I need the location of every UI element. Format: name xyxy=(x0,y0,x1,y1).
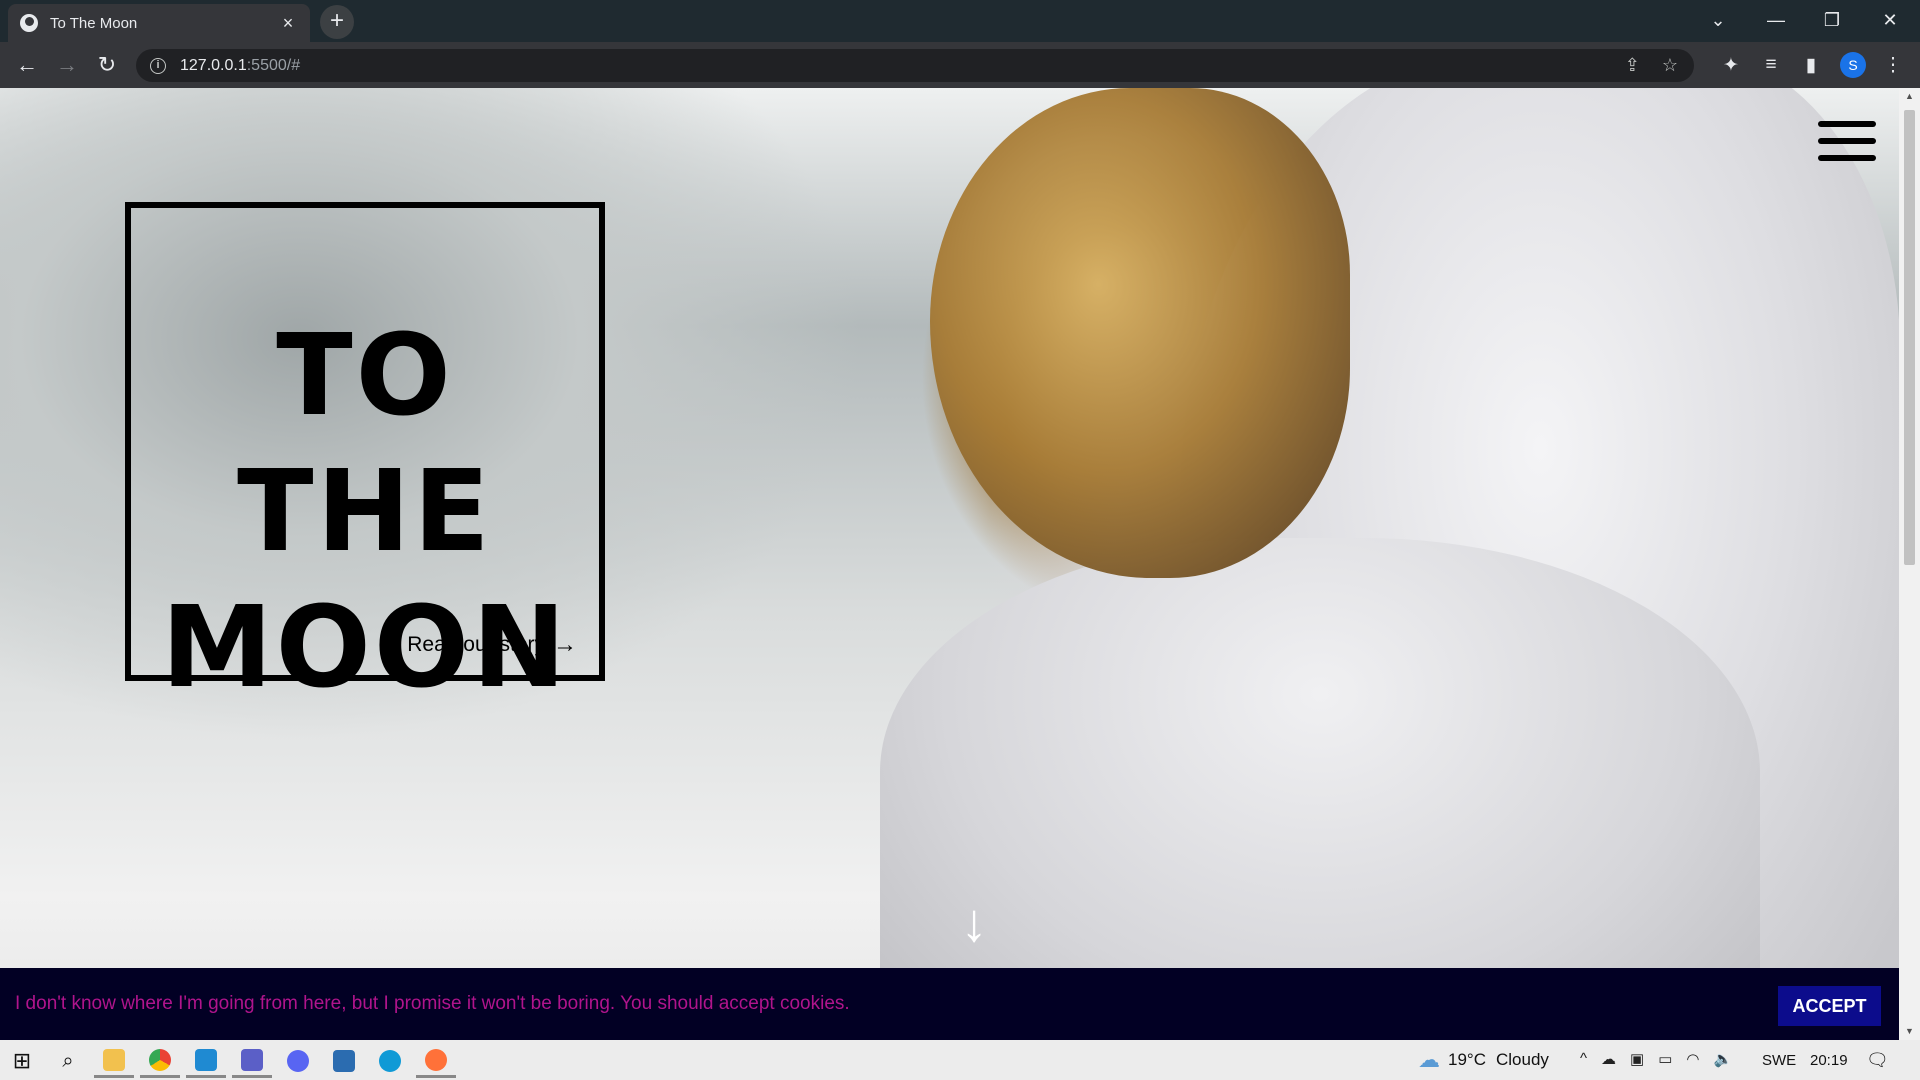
bookmark-star-icon[interactable]: ☆ xyxy=(1662,55,1678,76)
weather-text: Cloudy xyxy=(1495,1050,1549,1069)
teams-icon[interactable] xyxy=(232,1044,272,1078)
site-info-icon[interactable]: i xyxy=(150,57,166,74)
back-icon[interactable]: ← xyxy=(12,50,42,80)
volume-icon[interactable]: 🔈 xyxy=(1714,1050,1733,1068)
forward-icon[interactable]: → xyxy=(52,50,82,80)
read-story-label: Read our story xyxy=(407,633,545,656)
accept-cookies-button[interactable]: ACCEPT xyxy=(1778,986,1881,1026)
scroll-down-arrow-icon[interactable]: ↓ xyxy=(954,896,994,950)
new-tab-button[interactable]: + xyxy=(320,5,354,39)
chrome-icon[interactable] xyxy=(140,1044,180,1078)
read-story-link[interactable]: Read our story → xyxy=(407,631,577,659)
cookie-message: I don't know where I'm going from here, … xyxy=(15,993,850,1014)
url-path: :5500/# xyxy=(246,56,301,74)
tab-search-icon[interactable]: ⌄ xyxy=(1690,0,1746,40)
scroll-up-icon[interactable]: ▲ xyxy=(1899,88,1920,105)
hero-title-box: TO THE MOON Read our story → xyxy=(125,202,605,713)
cookie-banner: I don't know where I'm going from here, … xyxy=(0,968,1899,1040)
url-host: 127.0.0.1 xyxy=(180,56,247,74)
windows-taskbar: ⊞ ⌕ ☁ 19°C Cloudy ^ ☁ ▣ ▭ ◠ 🔈 SWE 20:19 … xyxy=(0,1040,1920,1080)
onedrive-icon[interactable]: ☁ xyxy=(1601,1050,1616,1068)
arrow-right-icon: → xyxy=(553,631,577,658)
chevron-up-icon[interactable]: ^ xyxy=(1580,1050,1587,1068)
restore-icon[interactable]: ❐ xyxy=(1804,0,1860,40)
vscode-icon[interactable] xyxy=(186,1044,226,1078)
photos-icon[interactable] xyxy=(324,1044,364,1078)
cloud-icon: ☁ xyxy=(1418,1047,1440,1072)
minimize-icon[interactable]: — xyxy=(1748,0,1804,40)
discord-icon[interactable] xyxy=(278,1044,318,1078)
wifi-icon[interactable]: ◠ xyxy=(1686,1050,1699,1068)
browser-toolbar: ← → ↻ i 127.0.0.1:5500/# ⇪ ☆ ✦ ≡ ▮ ⋮ xyxy=(0,42,1920,88)
clock[interactable]: 20:19 xyxy=(1810,1040,1848,1080)
reload-icon[interactable]: ↻ xyxy=(92,50,122,80)
close-window-icon[interactable]: ✕ xyxy=(1862,0,1918,40)
edge-icon[interactable] xyxy=(370,1044,410,1078)
weather-temp: 19°C xyxy=(1448,1050,1486,1069)
hamburger-menu-icon[interactable] xyxy=(1818,121,1876,161)
notifications-icon[interactable]: 🗨 xyxy=(1866,1040,1889,1080)
browser-tab[interactable]: To The Moon × xyxy=(8,4,310,42)
hero-section: TO THE MOON Read our story → ↓ I don't k… xyxy=(0,88,1899,1040)
share-icon[interactable]: ⇪ xyxy=(1625,55,1640,76)
address-bar[interactable]: i 127.0.0.1:5500/# ⇪ ☆ xyxy=(136,49,1694,82)
hero-title-line1: TO THE xyxy=(237,311,493,577)
menu-kebab-icon[interactable]: ⋮ xyxy=(1880,52,1906,78)
windows-start-icon[interactable]: ⊞ xyxy=(2,1044,42,1078)
weather-widget[interactable]: ☁ 19°C Cloudy xyxy=(1418,1040,1549,1080)
scroll-down-icon[interactable]: ▼ xyxy=(1899,1023,1920,1040)
meet-icon[interactable]: ▣ xyxy=(1630,1050,1644,1068)
page-scrollbar[interactable]: ▲ ▼ xyxy=(1899,88,1920,1040)
battery-icon[interactable]: ▭ xyxy=(1658,1050,1672,1068)
globe-icon xyxy=(20,14,38,32)
tab-title: To The Moon xyxy=(50,14,138,32)
side-panel-icon[interactable]: ▮ xyxy=(1798,52,1824,78)
search-icon[interactable]: ⌕ xyxy=(48,1044,88,1078)
profile-avatar[interactable]: S xyxy=(1840,52,1866,78)
firefox-icon[interactable] xyxy=(416,1044,456,1078)
media-queue-icon[interactable]: ≡ xyxy=(1758,52,1784,78)
scrollbar-thumb[interactable] xyxy=(1904,110,1915,565)
astronaut-collar-image xyxy=(880,538,1760,1040)
tab-close-icon[interactable]: × xyxy=(278,13,298,34)
tab-strip: To The Moon × + ⌄ — ❐ ✕ xyxy=(0,0,1920,42)
language-indicator[interactable]: SWE xyxy=(1762,1040,1796,1080)
astronaut-helmet-image xyxy=(930,88,1350,578)
system-tray: ^ ☁ ▣ ▭ ◠ 🔈 xyxy=(1580,1050,1732,1068)
extensions-icon[interactable]: ✦ xyxy=(1718,52,1744,78)
file-explorer-icon[interactable] xyxy=(94,1044,134,1078)
